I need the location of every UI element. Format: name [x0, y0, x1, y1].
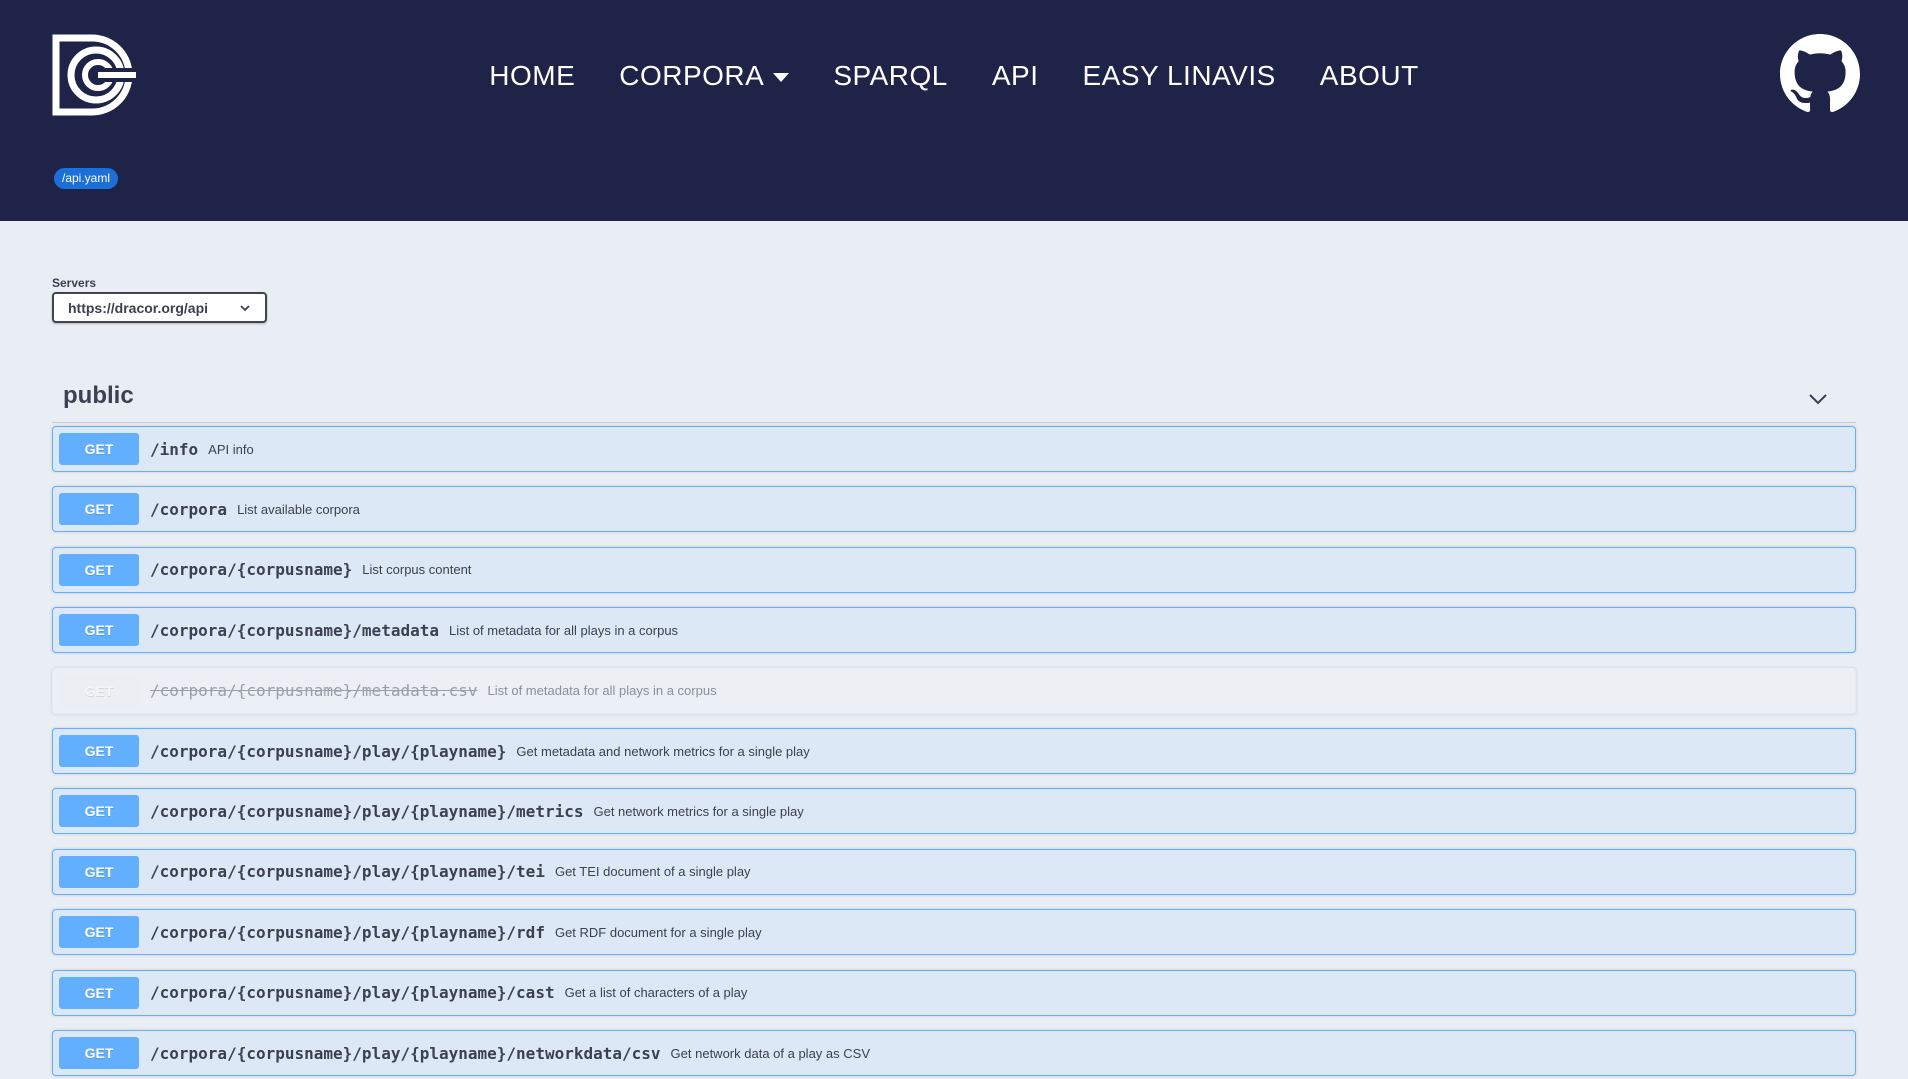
operation-row[interactable]: GET/corpora/{corpusname}/play/{playname}…: [52, 788, 1856, 835]
operation-path: /corpora/{corpusname}/play/{playname}/te…: [150, 862, 545, 882]
operation-summary: List of metadata for all plays in a corp…: [487, 683, 717, 699]
method-badge: GET: [59, 976, 139, 1009]
operation-summary: Get TEI document of a single play: [554, 864, 751, 880]
operation-row[interactable]: GET/corpora/{corpusname} List corpus cont…: [52, 546, 1856, 593]
operation-path: /corpora/{corpusname}/play/{playname}/rd…: [150, 922, 545, 942]
operation-row[interactable]: GET/corpora/{corpusname}/metadata List of…: [52, 607, 1856, 654]
method-badge: GET: [59, 433, 139, 465]
operation-row[interactable]: GET/corpora List available corpora: [52, 486, 1856, 533]
method-badge: GET: [59, 553, 139, 586]
chevron-down-icon[interactable]: [1808, 392, 1828, 406]
method-badge: GET: [59, 1037, 139, 1069]
chevron-down-icon: [240, 304, 250, 311]
operation-row[interactable]: GET/corpora/{corpusname}/play/{playname}…: [52, 848, 1856, 895]
operation-row[interactable]: GET/info API info: [52, 426, 1856, 472]
operation-row[interactable]: GET/corpora/{corpusname}/play/{playname}…: [52, 909, 1856, 956]
method-badge: GET: [59, 795, 139, 828]
nav-item-label: ABOUT: [1319, 60, 1419, 91]
nav-item-api[interactable]: API: [992, 58, 1039, 94]
method-badge: GET: [59, 493, 139, 526]
api-yaml-link[interactable]: /api.yaml: [54, 168, 119, 189]
operation-summary: Get a list of characters of a play: [564, 985, 748, 1001]
operation-summary: Get metadata and network metrics for a s…: [516, 743, 810, 759]
servers-select[interactable]: https://dracor.org/api: [52, 292, 267, 323]
operation-row[interactable]: GET/corpora/{corpusname}/play/{playname}…: [52, 728, 1856, 774]
operation-row[interactable]: GET/corpora/{corpusname}/play/{playname}…: [52, 1030, 1856, 1076]
method-badge: GET: [59, 674, 139, 707]
operation-summary: Get network metrics for a single play: [593, 803, 804, 819]
nav-item-label: SPARQL: [833, 60, 948, 91]
operation-path: /corpora: [150, 499, 228, 519]
method-badge: GET: [59, 614, 139, 647]
section-public-header[interactable]: public: [52, 378, 1856, 423]
operation-summary: Get RDF document for a single play: [554, 924, 762, 940]
nav-item-label: EASY LINAVIS: [1082, 60, 1276, 91]
nav-item-label: CORPORA: [619, 60, 765, 91]
operation-path: /info: [150, 439, 199, 459]
method-badge: GET: [59, 735, 139, 767]
operation-summary: API info: [208, 441, 254, 457]
operation-row[interactable]: GET/corpora/{corpusname}/play/{playname}…: [52, 969, 1856, 1016]
servers-label: Servers: [52, 276, 97, 290]
nav-item-home[interactable]: HOME: [489, 58, 575, 94]
nav-item-sparql[interactable]: SPARQL: [833, 58, 948, 94]
operation-path: /corpora/{corpusname}/play/{playname}: [150, 741, 507, 761]
method-badge: GET: [59, 855, 139, 888]
site-header: HOME CORPORA SPARQL API EASY LINAVIS ABOUT /a…: [0, 0, 1908, 221]
section-title: public: [63, 382, 134, 409]
operation-row[interactable]: GET/corpora/{corpusname}/metadata.csv Lis…: [52, 667, 1856, 714]
method-badge: GET: [59, 916, 139, 949]
operation-summary: List of metadata for all plays in a corp…: [448, 622, 679, 638]
nav-item-corpora[interactable]: CORPORA: [619, 58, 790, 94]
operation-summary: List corpus content: [362, 562, 472, 578]
operation-summary: List available corpora: [237, 501, 360, 517]
operation-summary: Get network data of a play as CSV: [670, 1045, 870, 1061]
caret-down-icon: [773, 72, 790, 82]
operation-path: /corpora/{corpusname}/play/{playname}/me…: [150, 801, 584, 821]
nav-item-label: HOME: [489, 60, 576, 91]
servers-selected-value: https://dracor.org/api: [68, 299, 209, 316]
operation-path: /corpora/{corpusname}/play/{playname}/ca…: [150, 983, 555, 1003]
operation-path: /corpora/{corpusname}/metadata.csv: [150, 681, 478, 701]
operation-path: /corpora/{corpusname}: [150, 560, 353, 580]
github-icon[interactable]: [1780, 34, 1860, 114]
operation-path: /corpora/{corpusname}/play/{playname}/ne…: [150, 1043, 661, 1063]
nav-item-about[interactable]: ABOUT: [1320, 58, 1419, 94]
operation-path: /corpora/{corpusname}/metadata: [150, 620, 439, 640]
nav-item-label: API: [991, 60, 1039, 91]
main-nav: HOME CORPORA SPARQL API EASY LINAVIS ABOUT: [0, 58, 1908, 94]
nav-item-easy-linavis[interactable]: EASY LINAVIS: [1083, 58, 1276, 94]
